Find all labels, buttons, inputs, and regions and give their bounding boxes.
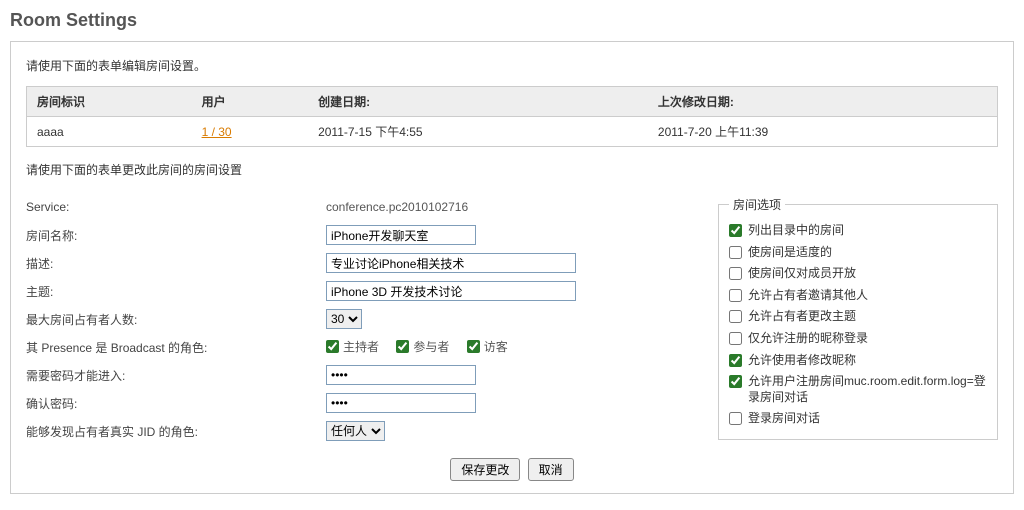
form-area: Service: conference.pc2010102716 房间名称: 描… [26, 196, 998, 448]
option-label-3: 允许占有者邀请其他人 [748, 288, 868, 304]
option-row-7[interactable]: 允许用户注册房间muc.room.edit.form.log=登录房间对话 [729, 374, 987, 405]
option-row-2[interactable]: 使房间仅对成员开放 [729, 266, 987, 282]
option-checkbox-5[interactable] [729, 332, 742, 345]
label-password: 需要密码才能进入: [26, 367, 326, 384]
row-presence: 其 Presence 是 Broadcast 的角色: 主持者 参与者 访客 [26, 336, 698, 358]
chk-visitor-wrap[interactable]: 访客 [467, 338, 508, 355]
option-label-5: 仅允许注册的昵称登录 [748, 331, 868, 347]
option-row-3[interactable]: 允许占有者邀请其他人 [729, 288, 987, 304]
label-presence: 其 Presence 是 Broadcast 的角色: [26, 339, 326, 356]
form-right-column: 房间选项 列出目录中的房间使房间是适度的使房间仅对成员开放允许占有者邀请其他人允… [718, 196, 998, 448]
room-options-fieldset: 房间选项 列出目录中的房间使房间是适度的使房间仅对成员开放允许占有者邀请其他人允… [718, 196, 998, 440]
table-header-row: 房间标识 用户 创建日期: 上次修改日期: [27, 87, 998, 117]
form-left-column: Service: conference.pc2010102716 房间名称: 描… [26, 196, 698, 448]
row-topic: 主题: [26, 280, 698, 302]
room-info-table: 房间标识 用户 创建日期: 上次修改日期: aaaa 1 / 30 2011-7… [26, 86, 998, 147]
option-row-8[interactable]: 登录房间对话 [729, 411, 987, 427]
chk-participant-wrap[interactable]: 参与者 [396, 338, 449, 355]
td-modified: 2011-7-20 上午11:39 [648, 117, 998, 147]
chk-participant[interactable] [396, 340, 409, 353]
option-row-4[interactable]: 允许占有者更改主题 [729, 309, 987, 325]
option-checkbox-7[interactable] [729, 375, 742, 388]
value-service: conference.pc2010102716 [326, 200, 468, 214]
label-confirm: 确认密码: [26, 395, 326, 412]
chk-participant-label: 参与者 [413, 338, 449, 355]
chk-host-wrap[interactable]: 主持者 [326, 338, 379, 355]
option-label-7: 允许用户注册房间muc.room.edit.form.log=登录房间对话 [748, 374, 987, 405]
chk-visitor[interactable] [467, 340, 480, 353]
table-row: aaaa 1 / 30 2011-7-15 下午4:55 2011-7-20 上… [27, 117, 998, 147]
label-topic: 主题: [26, 283, 326, 300]
option-checkbox-1[interactable] [729, 246, 742, 259]
option-row-1[interactable]: 使房间是适度的 [729, 245, 987, 261]
option-label-6: 允许使用者修改昵称 [748, 353, 856, 369]
option-checkbox-3[interactable] [729, 289, 742, 302]
sub-intro-text: 请使用下面的表单更改此房间的房间设置 [26, 161, 998, 178]
input-room-name[interactable] [326, 225, 476, 245]
save-button[interactable]: 保存更改 [450, 458, 520, 481]
label-jid: 能够发现占有者真实 JID 的角色: [26, 423, 326, 440]
option-label-1: 使房间是适度的 [748, 245, 832, 261]
select-jid-role[interactable]: 任何人 [326, 421, 385, 441]
input-topic[interactable] [326, 281, 576, 301]
th-room-id: 房间标识 [27, 87, 192, 117]
input-password[interactable] [326, 365, 476, 385]
option-checkbox-4[interactable] [729, 310, 742, 323]
label-desc: 描述: [26, 255, 326, 272]
th-user: 用户 [192, 87, 309, 117]
main-container: 请使用下面的表单编辑房间设置。 房间标识 用户 创建日期: 上次修改日期: aa… [10, 41, 1014, 494]
input-confirm-password[interactable] [326, 393, 476, 413]
th-created: 创建日期: [308, 87, 648, 117]
td-user: 1 / 30 [192, 117, 309, 147]
td-created: 2011-7-15 下午4:55 [308, 117, 648, 147]
row-jid: 能够发现占有者真实 JID 的角色: 任何人 [26, 420, 698, 442]
intro-text: 请使用下面的表单编辑房间设置。 [26, 57, 998, 74]
user-count-link[interactable]: 1 / 30 [202, 125, 232, 139]
cancel-button[interactable]: 取消 [528, 458, 574, 481]
option-row-6[interactable]: 允许使用者修改昵称 [729, 353, 987, 369]
row-confirm: 确认密码: [26, 392, 698, 414]
chk-visitor-label: 访客 [484, 338, 508, 355]
option-row-5[interactable]: 仅允许注册的昵称登录 [729, 331, 987, 347]
option-label-0: 列出目录中的房间 [748, 223, 844, 239]
row-password: 需要密码才能进入: [26, 364, 698, 386]
th-modified: 上次修改日期: [648, 87, 998, 117]
label-max: 最大房间占有者人数: [26, 311, 326, 328]
option-label-4: 允许占有者更改主题 [748, 309, 856, 325]
row-service: Service: conference.pc2010102716 [26, 196, 698, 218]
page-title: Room Settings [10, 10, 1014, 31]
option-checkbox-6[interactable] [729, 354, 742, 367]
row-max: 最大房间占有者人数: 30 [26, 308, 698, 330]
option-label-8: 登录房间对话 [748, 411, 820, 427]
option-checkbox-0[interactable] [729, 224, 742, 237]
option-row-0[interactable]: 列出目录中的房间 [729, 223, 987, 239]
option-checkbox-8[interactable] [729, 412, 742, 425]
chk-host-label: 主持者 [343, 338, 379, 355]
row-room-name: 房间名称: [26, 224, 698, 246]
label-room-name: 房间名称: [26, 227, 326, 244]
label-service: Service: [26, 200, 326, 214]
select-max-occupants[interactable]: 30 [326, 309, 362, 329]
td-room-id: aaaa [27, 117, 192, 147]
button-row: 保存更改 取消 [26, 458, 998, 481]
option-label-2: 使房间仅对成员开放 [748, 266, 856, 282]
option-checkbox-2[interactable] [729, 267, 742, 280]
row-desc: 描述: [26, 252, 698, 274]
room-options-legend: 房间选项 [729, 196, 785, 213]
input-desc[interactable] [326, 253, 576, 273]
chk-host[interactable] [326, 340, 339, 353]
